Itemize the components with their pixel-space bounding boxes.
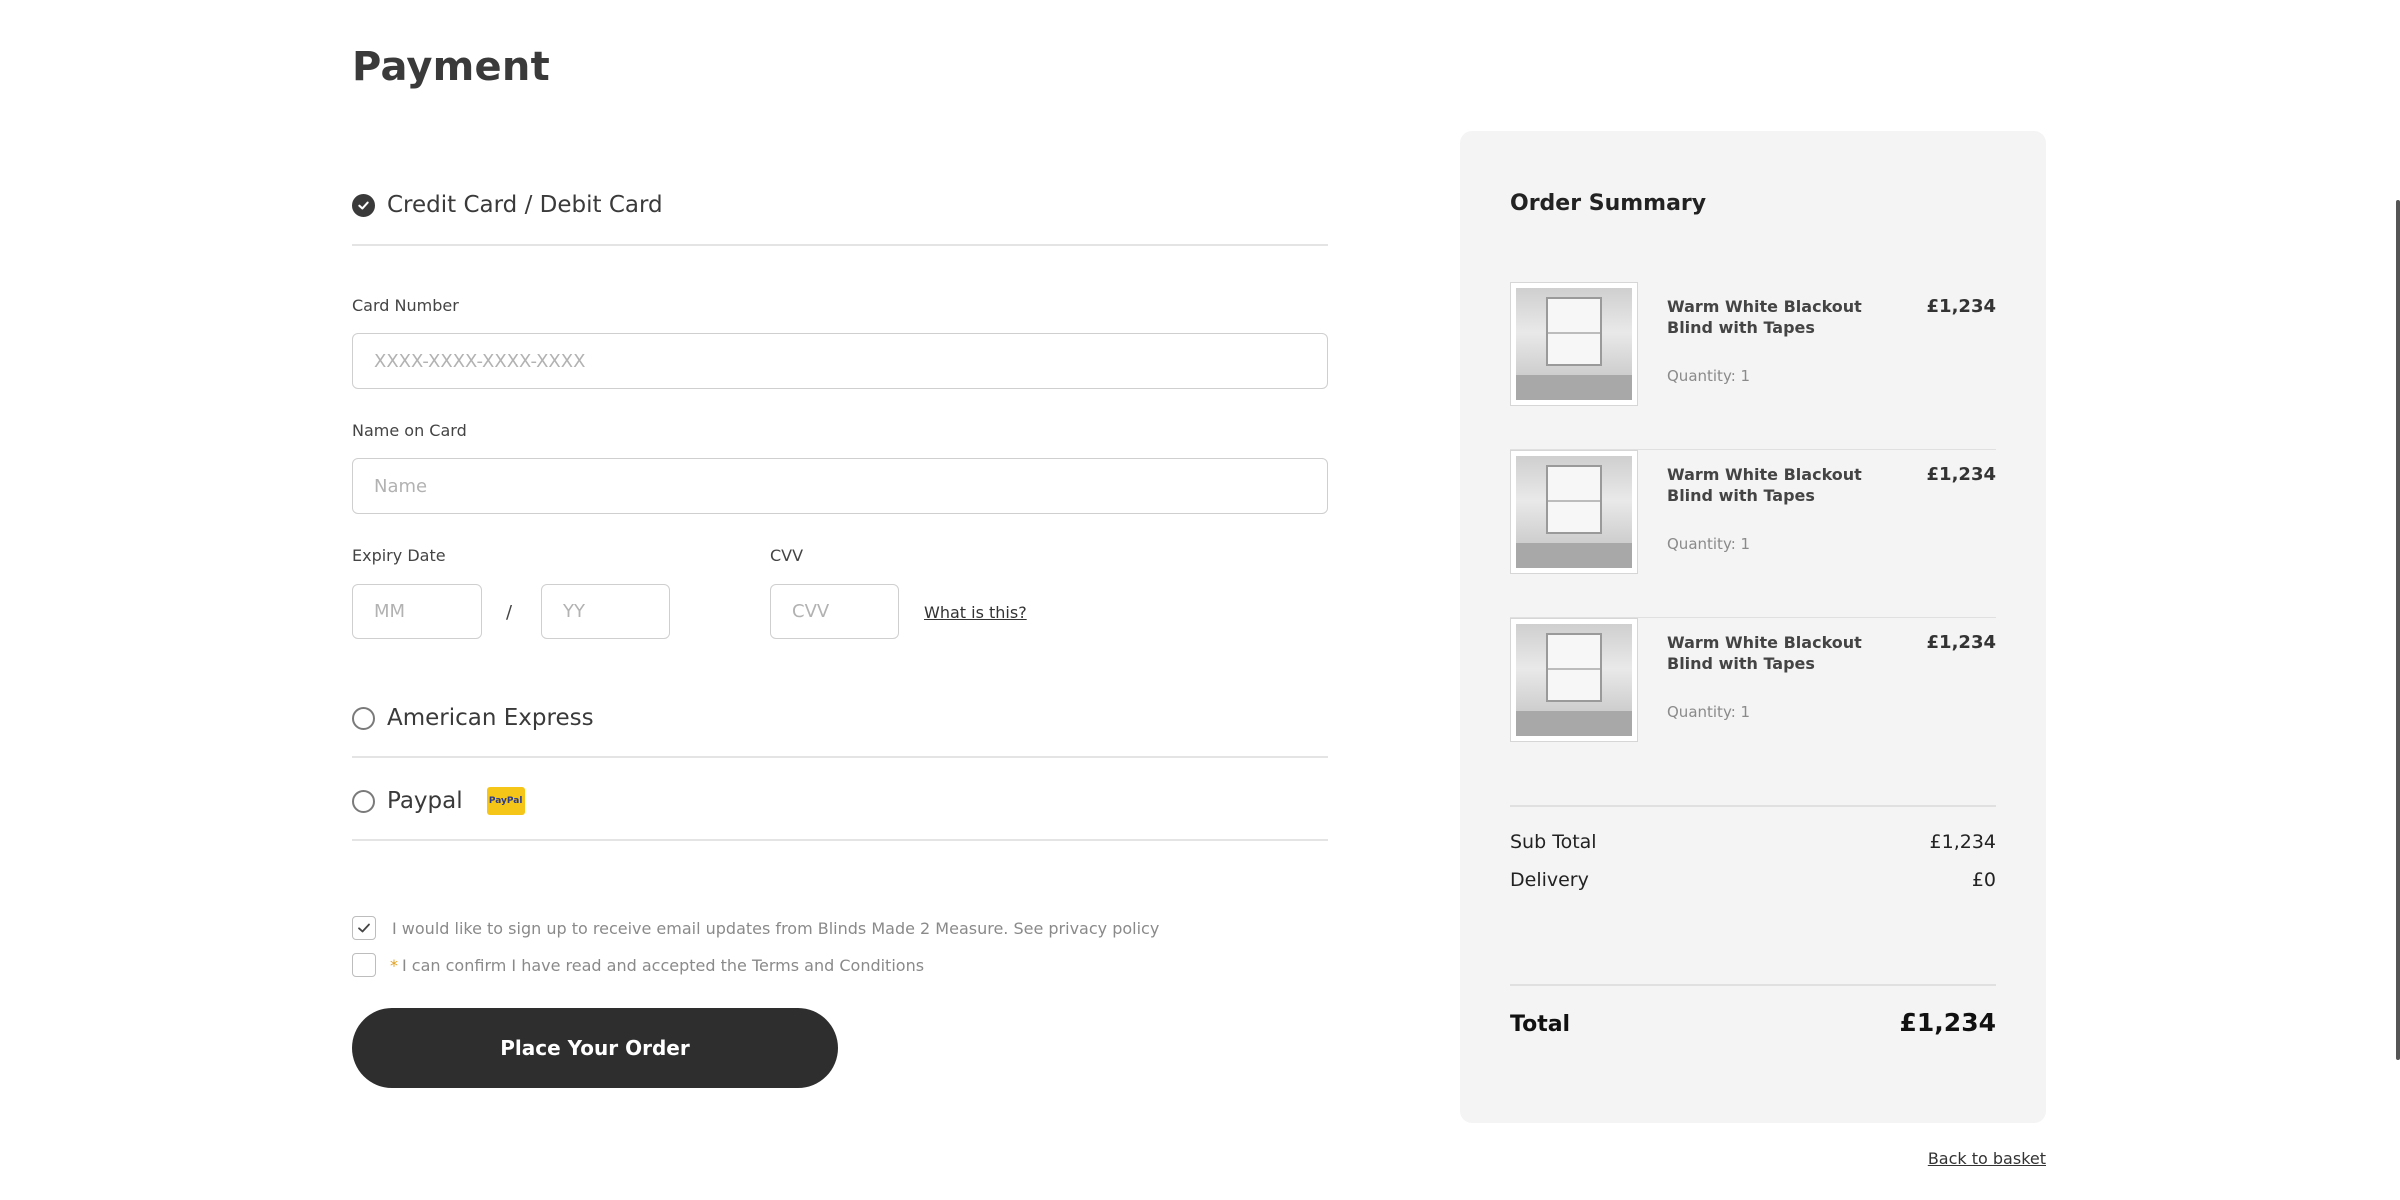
divider — [352, 244, 1328, 246]
divider — [1510, 984, 1996, 986]
newsletter-checkbox[interactable] — [352, 916, 376, 940]
back-to-basket-link[interactable]: Back to basket — [1928, 1149, 2046, 1168]
cvv-label: CVV — [770, 546, 804, 565]
name-on-card-label: Name on Card — [352, 421, 467, 440]
amex-label: American Express — [387, 705, 594, 731]
summary-item: Warm White Blackout Blind with Tapes £1,… — [1510, 282, 1996, 450]
product-thumbnail[interactable] — [1510, 618, 1638, 742]
divider — [1510, 805, 1996, 807]
order-summary-panel: Order Summary Warm White Blackout Blind … — [1460, 131, 2046, 1123]
cvv-help-link[interactable]: What is this? — [924, 603, 1027, 622]
total-value: £1,234 — [1899, 1008, 1996, 1037]
terms-consent[interactable]: * I can confirm I have read and accepted … — [352, 953, 924, 977]
item-name: Warm White Blackout Blind with Tapes — [1667, 297, 1862, 337]
expiry-month-input[interactable] — [352, 584, 482, 639]
item-quantity: Quantity: 1 — [1667, 535, 1751, 553]
item-name: Warm White Blackout Blind with Tapes — [1667, 465, 1862, 505]
expiry-year-input[interactable] — [541, 584, 670, 639]
expiry-date-label: Expiry Date — [352, 546, 446, 565]
item-quantity: Quantity: 1 — [1667, 367, 1751, 385]
paypal-logo-icon: PayPal — [486, 787, 525, 815]
total-row: Total £1,234 — [1510, 1008, 1996, 1037]
scrollbar[interactable] — [2396, 200, 2400, 1060]
place-order-button[interactable]: Place Your Order — [352, 1008, 838, 1088]
item-price: £1,234 — [1926, 464, 1996, 485]
expiry-separator: / — [506, 602, 513, 623]
radio-selected-icon[interactable] — [352, 193, 375, 217]
item-price: £1,234 — [1926, 632, 1996, 653]
delivery-label: Delivery — [1510, 869, 1589, 891]
item-name: Warm White Blackout Blind with Tapes — [1667, 633, 1862, 673]
summary-item: Warm White Blackout Blind with Tapes £1,… — [1510, 618, 1996, 786]
divider — [352, 756, 1328, 758]
product-thumbnail[interactable] — [1510, 450, 1638, 574]
item-price: £1,234 — [1926, 296, 1996, 317]
subtotal-label: Sub Total — [1510, 831, 1597, 853]
page-title: Payment — [352, 44, 550, 90]
card-number-input[interactable] — [352, 333, 1328, 389]
terms-checkbox[interactable] — [352, 953, 376, 977]
summary-item: Warm White Blackout Blind with Tapes £1,… — [1510, 450, 1996, 618]
product-thumbnail[interactable] — [1510, 282, 1638, 406]
radio-unselected-icon[interactable] — [352, 789, 375, 813]
credit-card-label: Credit Card / Debit Card — [387, 192, 663, 218]
order-summary-title: Order Summary — [1510, 191, 1707, 216]
divider — [352, 839, 1328, 841]
newsletter-consent-text: I would like to sign up to receive email… — [392, 918, 1160, 938]
subtotal-value: £1,234 — [1929, 831, 1996, 853]
delivery-value: £0 — [1971, 869, 1996, 891]
payment-method-amex[interactable]: American Express — [352, 705, 1328, 731]
payment-method-paypal[interactable]: Paypal PayPal — [352, 787, 1328, 815]
card-number-label: Card Number — [352, 296, 459, 315]
terms-consent-text-wrap: * I can confirm I have read and accepted … — [390, 956, 924, 975]
radio-unselected-icon[interactable] — [352, 706, 375, 730]
total-label: Total — [1510, 1012, 1571, 1037]
subtotal-row: Sub Total £1,234 — [1510, 831, 1996, 853]
newsletter-consent[interactable]: I would like to sign up to receive email… — [352, 916, 1159, 940]
payment-method-credit-card[interactable]: Credit Card / Debit Card — [352, 192, 1328, 218]
paypal-label: Paypal — [387, 788, 463, 814]
delivery-row: Delivery £0 — [1510, 869, 1996, 891]
required-marker: * — [390, 955, 398, 975]
name-on-card-input[interactable] — [352, 458, 1328, 514]
cvv-input[interactable] — [770, 584, 899, 639]
item-quantity: Quantity: 1 — [1667, 703, 1751, 721]
terms-consent-text: I can confirm I have read and accepted t… — [402, 955, 925, 975]
